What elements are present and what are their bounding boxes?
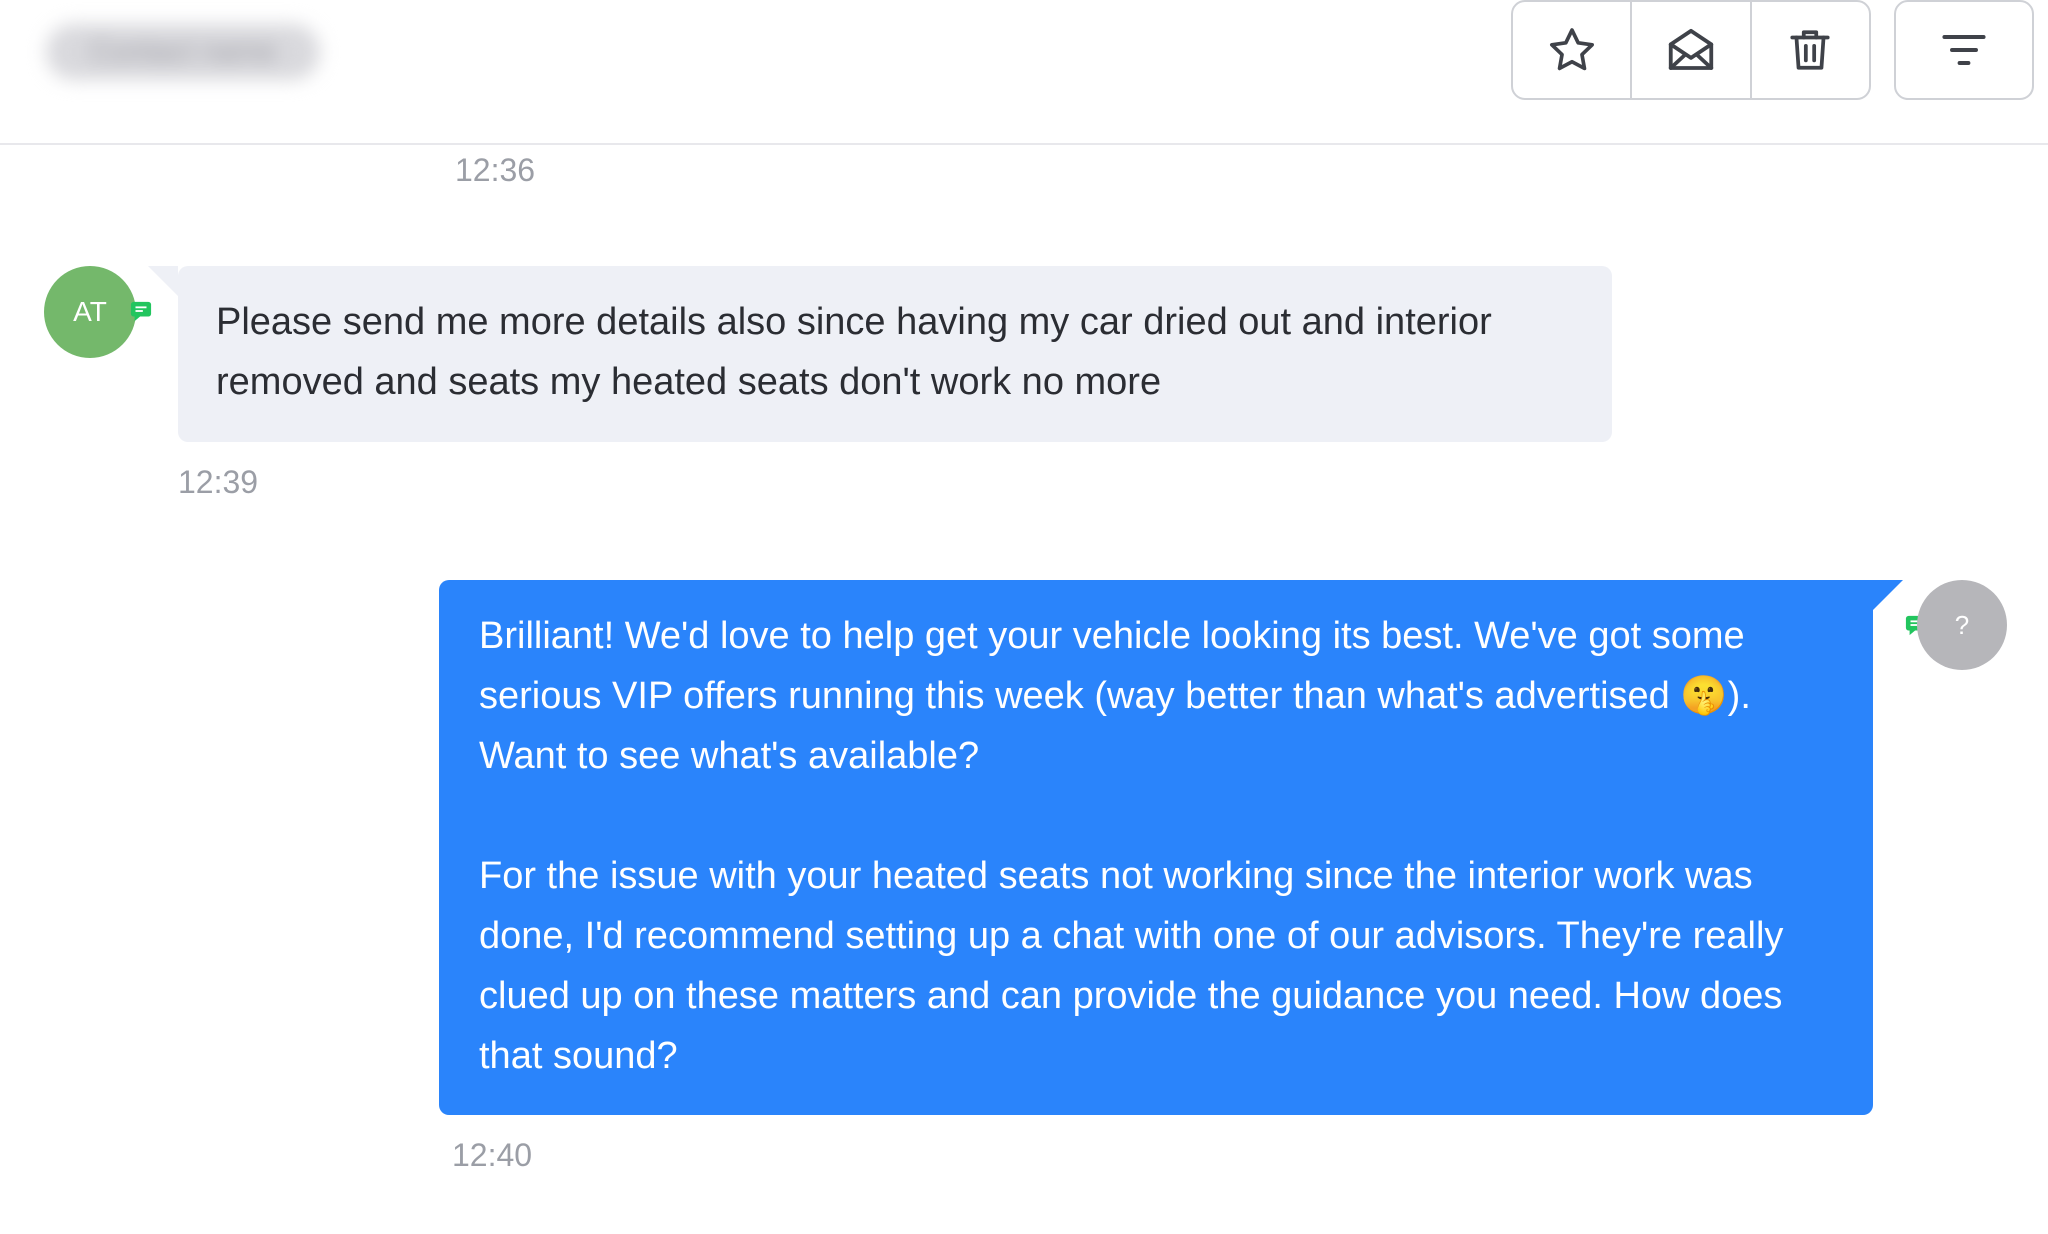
avatar-initials: ?	[1954, 609, 1970, 640]
delete-button[interactable]	[1752, 2, 1869, 98]
filter-lines-icon	[1942, 34, 1986, 66]
open-envelope-icon	[1668, 28, 1714, 70]
message-paragraph: For the issue with your heated seats not…	[479, 855, 1784, 1077]
trash-icon	[1790, 30, 1830, 70]
star-icon	[1549, 28, 1594, 71]
message-timestamp: 12:36	[455, 152, 536, 188]
message-timestamp: 12:40	[452, 1137, 533, 1173]
conversation-actions	[1511, 0, 1871, 100]
star-button[interactable]	[1513, 2, 1633, 98]
conversation-page: Contact name 12:36 AT Please send me mor…	[0, 0, 2048, 1234]
contact-name[interactable]: Contact name	[46, 24, 320, 80]
filter-group	[1894, 0, 2034, 100]
avatar-initials: AT	[73, 296, 107, 327]
contact-avatar[interactable]: AT	[44, 266, 136, 358]
outgoing-message-bubble: Brilliant! We'd love to help get your ve…	[439, 580, 1903, 1115]
sms-chat-icon	[130, 301, 152, 322]
message-timestamp: 12:39	[178, 464, 259, 500]
message-text: Please send me more details also since h…	[216, 301, 1492, 403]
incoming-message-bubble: Please send me more details also since h…	[148, 266, 1612, 442]
conversation-header: Contact name	[0, 0, 2048, 145]
mark-read-button[interactable]	[1632, 2, 1752, 98]
message-paragraph: Brilliant! We'd love to help get your ve…	[479, 615, 1751, 777]
filter-button[interactable]	[1896, 2, 2032, 98]
agent-avatar[interactable]: ?	[1917, 580, 2007, 670]
